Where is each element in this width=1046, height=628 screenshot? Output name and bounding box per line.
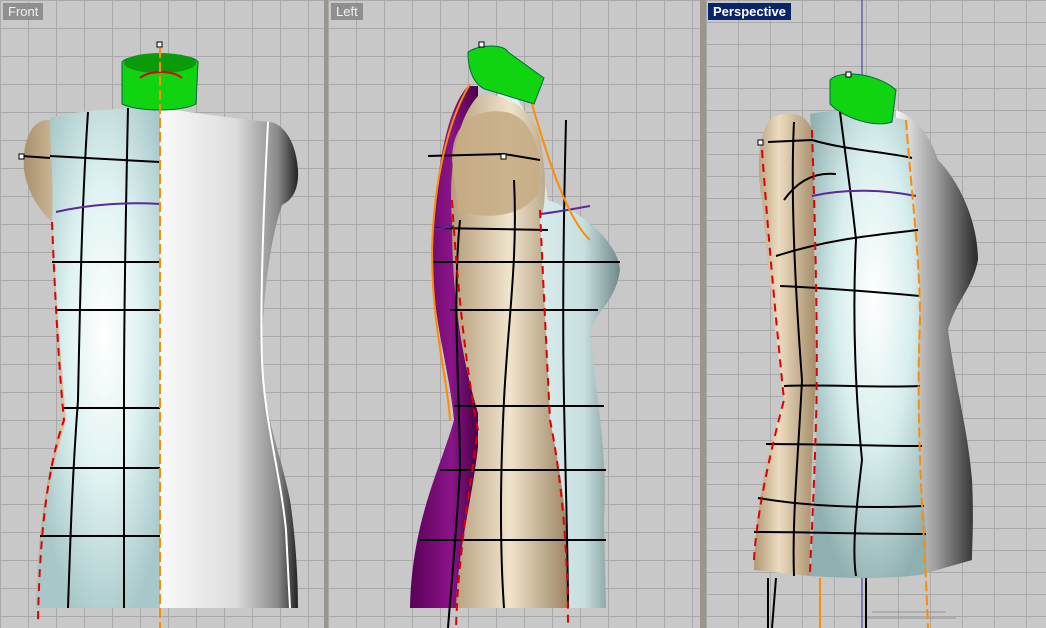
persp-front-body [810, 111, 927, 578]
perspective-viewport[interactable]: Perspective [706, 0, 1046, 628]
left-neck [467, 45, 545, 105]
front-left-body [36, 108, 160, 608]
front-mannequin [18, 41, 299, 628]
left-viewport[interactable]: Left [328, 0, 700, 628]
persp-arm [754, 113, 816, 577]
front-right-body [160, 108, 299, 608]
left-mannequin [410, 41, 620, 628]
perspective-mannequin [753, 0, 978, 628]
front-viewport[interactable]: Front [0, 0, 324, 628]
